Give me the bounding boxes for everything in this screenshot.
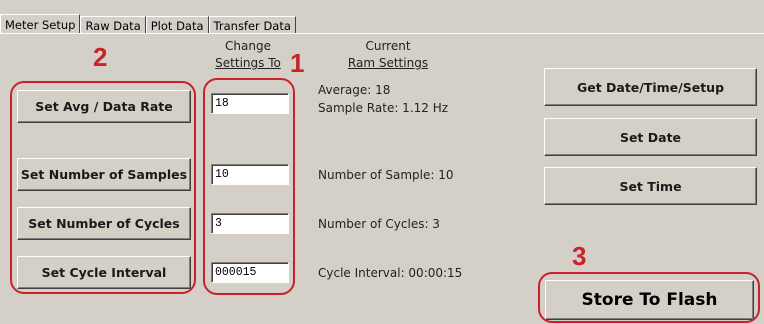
change-header-line2: Settings To xyxy=(215,56,281,70)
annotation-number-1: 1 xyxy=(290,48,305,78)
current-sample-rate: Sample Rate: 1.12 Hz xyxy=(318,101,449,115)
current-header-line2: Ram Settings xyxy=(347,56,429,70)
tab-raw-data[interactable]: Raw Data xyxy=(80,16,146,34)
set-cycle-interval-button[interactable]: Set Cycle Interval xyxy=(17,256,191,289)
change-header-line1: Change xyxy=(225,39,271,53)
set-date-button[interactable]: Set Date xyxy=(544,118,757,156)
current-average: Average: 18 xyxy=(318,83,391,97)
set-time-button[interactable]: Set Time xyxy=(544,167,757,205)
tab-divider xyxy=(0,33,764,34)
tab-meter-setup[interactable]: Meter Setup xyxy=(0,14,81,34)
cycle-interval-input[interactable] xyxy=(211,262,289,283)
tab-transfer-data[interactable]: Transfer Data xyxy=(208,16,296,34)
current-number-of-cycles: Number of Cycles: 3 xyxy=(318,217,440,231)
avg-data-rate-input[interactable] xyxy=(211,93,289,114)
store-to-flash-button[interactable]: Store To Flash xyxy=(545,280,754,320)
set-number-of-samples-button[interactable]: Set Number of Samples xyxy=(17,158,191,191)
tab-strip: Meter Setup Raw Data Plot Data Transfer … xyxy=(0,14,296,34)
set-number-of-cycles-button[interactable]: Set Number of Cycles xyxy=(17,207,191,240)
set-avg-data-rate-button[interactable]: Set Avg / Data Rate xyxy=(17,90,191,123)
current-cycle-interval: Cycle Interval: 00:00:15 xyxy=(318,266,463,280)
get-date-time-setup-button[interactable]: Get Date/Time/Setup xyxy=(544,68,757,106)
current-header-line1: Current xyxy=(365,39,411,53)
annotation-number-2: 2 xyxy=(93,42,108,72)
change-settings-header: Change Settings To xyxy=(205,38,291,72)
tab-plot-data[interactable]: Plot Data xyxy=(145,16,209,34)
number-of-cycles-input[interactable] xyxy=(211,213,289,234)
annotation-number-3: 3 xyxy=(572,241,587,271)
current-settings-header: Current Ram Settings xyxy=(320,38,456,72)
current-number-of-samples: Number of Sample: 10 xyxy=(318,168,454,182)
number-of-samples-input[interactable] xyxy=(211,164,289,185)
